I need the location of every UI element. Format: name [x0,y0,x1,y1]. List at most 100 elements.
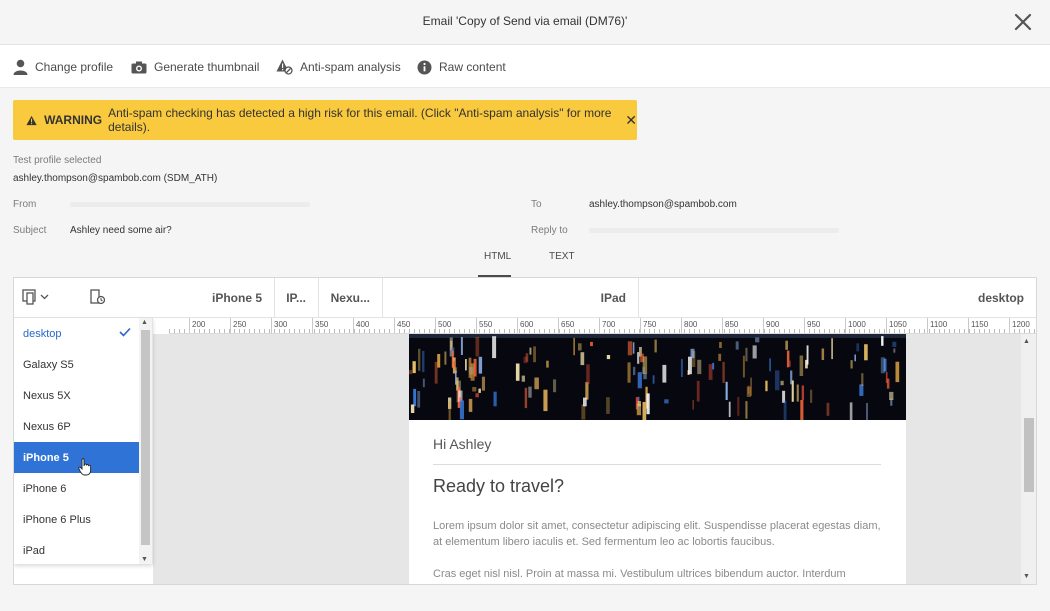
city-light-reflection [646,393,650,415]
ruler-major-tick [886,318,887,333]
city-light-reflection [737,396,740,416]
breakpoint-iphone-5[interactable]: iPhone 5 [153,278,275,317]
city-light-reflection [533,346,536,363]
list-scroll-down-icon[interactable]: ▼ [141,556,148,563]
ruler-label: 1150 [971,320,989,329]
city-light-reflection [453,360,456,368]
city-light-reflection [637,372,642,389]
tab-html[interactable]: HTML [484,251,511,262]
city-light-reflection [780,380,784,386]
ruler-major-tick [927,318,928,333]
city-light-reflection [580,352,585,366]
reply-to-label: Reply to [531,225,568,236]
city-light-reflection [409,370,412,375]
city-light-reflection [893,348,896,353]
city-light-reflection [585,382,589,400]
device-list-scrollbar[interactable]: ▲ ▼ [139,318,152,564]
city-light-reflection [712,362,715,370]
device-option-ipad[interactable]: iPad [14,535,139,566]
ruler-label: 1100 [930,320,948,329]
device-option-nexus-6p[interactable]: Nexus 6P [14,411,139,442]
city-light-reflection [521,375,525,382]
device-option-nexus-5x[interactable]: Nexus 5X [14,380,139,411]
email-divider [433,464,881,465]
device-option-iphone-6[interactable]: iPhone 6 [14,473,139,504]
test-profile-label: Test profile selected [13,155,102,166]
close-icon[interactable] [1011,10,1035,34]
city-light-reflection [468,398,473,412]
city-light-reflection [746,386,751,397]
ruler-major-tick [353,318,354,333]
device-option-label: iPhone 6 Plus [23,513,91,526]
city-light-reflection [422,378,425,388]
city-light-reflection [528,386,532,398]
to-label: To [531,199,542,210]
generate-thumbnail-button[interactable]: Generate thumbnail [131,58,259,76]
ruler-label: 650 [561,320,575,329]
warning-tag: WARNING [44,113,103,127]
city-light-reflection [890,398,893,406]
city-light-reflection [468,357,472,378]
ruler-major-tick [1009,318,1010,333]
to-value: ashley.thompson@spambob.com [589,199,737,210]
breakpoint-nexus[interactable]: Nexu... [319,278,383,317]
ruler-label: 200 [192,320,206,329]
device-option-desktop[interactable]: desktop [14,318,139,349]
ruler-label: 950 [807,320,821,329]
email-paragraph-1: Lorem ipsum dolor sit amet, consectetur … [433,520,881,548]
ruler-label: 250 [233,320,247,329]
change-profile-button[interactable]: Change profile [13,58,113,76]
city-light-reflection [745,347,748,362]
dialog-title: Email 'Copy of Send via email (DM76)' [422,14,628,28]
preview-scrollbar-thumb[interactable] [1024,418,1034,492]
raw-content-button[interactable]: Raw content [417,58,506,76]
warning-close-icon[interactable]: ✕ [625,113,637,127]
city-light-reflection [553,379,557,393]
city-light-reflection [573,337,575,356]
device-option-iphone-5[interactable]: iPhone 5 [14,442,139,476]
city-light-reflection [534,377,539,390]
breakpoint-ipad[interactable]: IPad [383,278,639,317]
city-light-reflection [769,358,771,372]
city-light-reflection [796,384,799,402]
ruler-label: 450 [397,320,411,329]
anti-spam-analysis-button[interactable]: Anti-spam analysis [276,58,401,76]
device-option-iphone-6-plus[interactable]: iPhone 6 Plus [14,504,139,535]
city-light-reflection [664,399,669,404]
ruler-major-tick [845,318,846,333]
list-scroll-up-icon[interactable]: ▲ [141,319,148,326]
ruler-label: 800 [684,320,698,329]
city-light-reflection [783,400,787,420]
city-light-reflection [444,351,447,365]
city-light-reflection [680,359,683,377]
city-light-reflection [849,402,853,420]
ruler-major-tick [558,318,559,333]
scroll-up-arrow-icon[interactable]: ▲ [1023,338,1030,345]
city-light-reflection [696,380,700,402]
city-light-reflection [632,342,635,354]
device-selector-icon[interactable] [22,289,52,305]
dialog-titlebar: Email 'Copy of Send via email (DM76)' [0,0,1050,45]
city-light-reflection [775,370,780,391]
tab-text[interactable]: TEXT [549,251,575,262]
breakpoint-iphone[interactable]: IP... [275,278,319,317]
rotate-device-icon[interactable] [90,289,106,305]
device-list-scrollbar-thumb[interactable] [141,330,150,545]
ruler-major-tick [681,318,682,333]
camera-icon [131,61,147,73]
city-light-reflection [735,341,739,350]
city-light-reflection [637,352,640,364]
city-light-reflection [492,336,497,359]
ruler-major-tick [271,318,272,333]
scroll-down-arrow-icon[interactable]: ▼ [1023,573,1030,580]
warning-icon [26,115,37,125]
device-option-galaxy-s5[interactable]: Galaxy S5 [14,349,139,380]
city-light-reflection [810,389,813,403]
city-light-reflection [895,361,900,383]
preview-scrollbar[interactable]: ▲ ▼ [1021,334,1036,584]
breakpoint-desktop[interactable]: desktop [639,278,1036,317]
city-light-reflection [637,401,641,407]
city-light-reflection [465,359,467,371]
city-light-reflection [859,384,864,396]
city-light-reflection [688,356,692,375]
